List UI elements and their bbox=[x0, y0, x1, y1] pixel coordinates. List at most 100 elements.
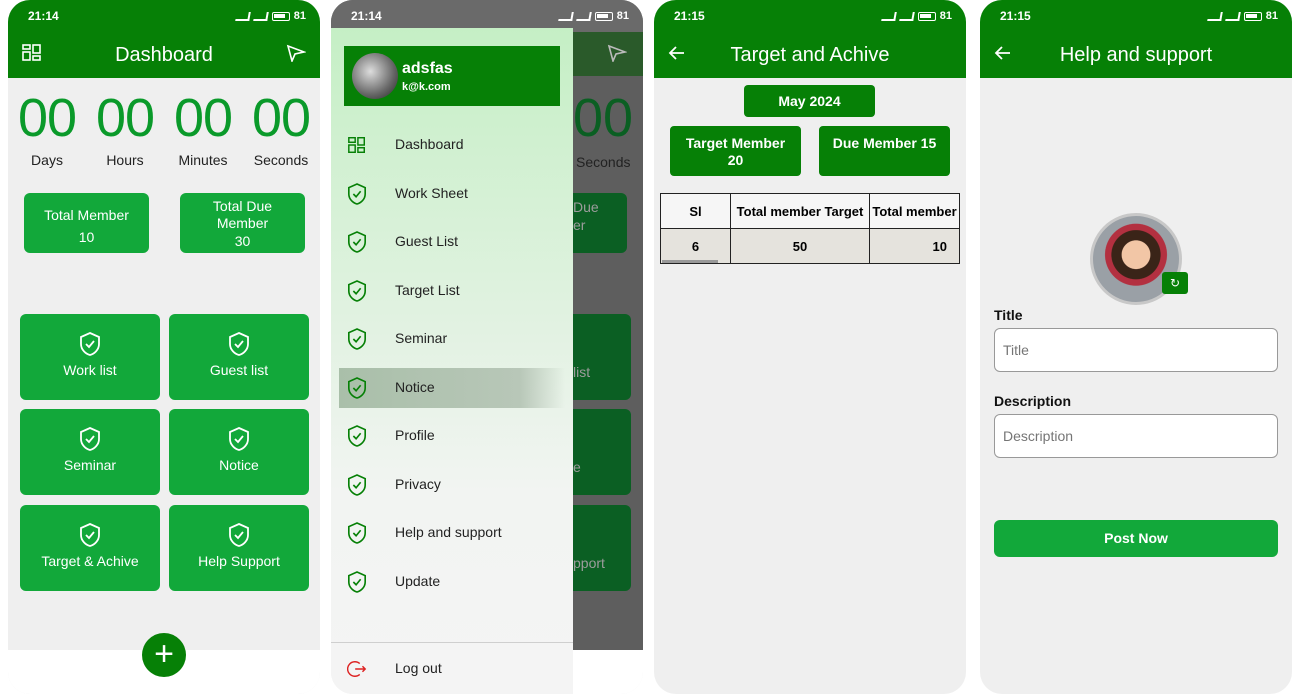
app-bar: Help and support bbox=[980, 32, 1292, 78]
table-cell: 10 bbox=[869, 228, 960, 264]
drawer-item-target-list[interactable]: Target List bbox=[339, 271, 565, 311]
target-screen: 21:15 81 Target and Achive May 2024 Targ… bbox=[654, 0, 966, 694]
user-name: adsfas bbox=[402, 60, 453, 77]
app-bar: Dashboard bbox=[8, 32, 320, 78]
shield-check-icon bbox=[348, 183, 366, 205]
app-bar: Target and Achive bbox=[654, 32, 966, 78]
shield-check-icon bbox=[348, 231, 366, 253]
table-header-cell: Sl bbox=[660, 193, 731, 229]
target-achive-tile[interactable]: Target & Achive bbox=[20, 505, 160, 591]
page-title: Target and Achive bbox=[730, 43, 890, 66]
page-title: Dashboard bbox=[115, 43, 213, 66]
shield-check-icon bbox=[80, 427, 100, 451]
navigation-drawer: adsfas k@k.com Dashboard Work Sheet Gues… bbox=[331, 28, 573, 694]
back-arrow-icon[interactable] bbox=[668, 44, 686, 67]
shield-check-icon bbox=[348, 571, 366, 593]
dashboard-screen: 21:14 81 Dashboard 00 Days 00 Hours 00 Minu… bbox=[8, 0, 320, 694]
counter-minutes: 00 Minutes bbox=[173, 88, 233, 168]
add-button[interactable]: + bbox=[142, 633, 186, 677]
drawer-item-privacy[interactable]: Privacy bbox=[339, 465, 565, 505]
counter-hours: 00 Hours bbox=[95, 88, 155, 168]
user-email: k@k.com bbox=[402, 81, 451, 93]
shield-check-icon bbox=[80, 523, 100, 547]
bg-tile-1: list bbox=[573, 314, 631, 400]
drawer-header: adsfas k@k.com bbox=[344, 46, 560, 106]
drawer-screen: 00 Seconds Due er list e pport 21:14 81 a… bbox=[331, 0, 643, 694]
table-header-row: Sl Total member Target Total member bbox=[660, 193, 960, 229]
camera-icon[interactable]: ↻ bbox=[1162, 272, 1188, 294]
signal-icon bbox=[1206, 11, 1223, 21]
shield-check-icon bbox=[348, 474, 366, 496]
drawer-item-dashboard[interactable]: Dashboard bbox=[339, 125, 565, 165]
logout-section: Log out bbox=[331, 642, 573, 694]
status-bar: 21:14 81 bbox=[8, 0, 320, 32]
back-arrow-icon[interactable] bbox=[994, 44, 1012, 67]
grid-menu-icon[interactable] bbox=[22, 44, 42, 67]
logout-button[interactable]: Log out bbox=[339, 649, 565, 689]
drawer-item-help-support[interactable]: Help and support bbox=[339, 513, 565, 553]
battery-level: 81 bbox=[293, 10, 306, 22]
table-cell: 6 bbox=[660, 228, 731, 264]
target-table: Sl Total member Target Total member 6 50… bbox=[660, 193, 960, 264]
counter-seconds: 00 Seconds bbox=[251, 88, 311, 168]
seminar-tile[interactable]: Seminar bbox=[20, 409, 160, 495]
target-member-badge: Target Member 20 bbox=[670, 126, 801, 176]
shield-check-icon bbox=[348, 280, 366, 302]
table-header-cell: Total member bbox=[869, 193, 960, 229]
grid-icon bbox=[348, 137, 365, 153]
month-selector[interactable]: May 2024 bbox=[744, 85, 875, 117]
bg-tile-3: pport bbox=[573, 505, 631, 591]
status-time: 21:15 bbox=[674, 9, 705, 23]
battery-icon bbox=[1243, 11, 1262, 21]
notice-tile[interactable]: Notice bbox=[169, 409, 309, 495]
total-member-card[interactable]: Total Member 10 bbox=[24, 193, 149, 253]
shield-check-icon bbox=[348, 328, 366, 350]
battery-level: 81 bbox=[1265, 10, 1278, 22]
total-due-member-card[interactable]: Total Due Member 30 bbox=[180, 193, 305, 253]
work-list-tile[interactable]: Work list bbox=[20, 314, 160, 400]
title-input[interactable] bbox=[994, 328, 1278, 372]
due-member-badge: Due Member 15 bbox=[819, 126, 950, 176]
status-bar: 21:15 81 bbox=[654, 0, 966, 32]
shield-check-icon bbox=[348, 522, 366, 544]
bg-counter: 00 bbox=[573, 88, 634, 148]
table-scrollbar[interactable] bbox=[662, 260, 718, 263]
counter-days: 00 Days bbox=[17, 88, 77, 168]
help-support-screen: 21:15 81 Help and support ↻ Title Descri… bbox=[980, 0, 1292, 694]
page-title: Help and support bbox=[1059, 43, 1213, 66]
logout-icon bbox=[347, 661, 367, 677]
send-icon bbox=[607, 44, 628, 67]
guest-list-tile[interactable]: Guest list bbox=[169, 314, 309, 400]
signal-icon bbox=[252, 11, 269, 21]
signal-icon bbox=[557, 11, 574, 21]
drawer-item-notice[interactable]: Notice bbox=[339, 368, 565, 408]
battery-level: 81 bbox=[939, 10, 952, 22]
drawer-item-seminar[interactable]: Seminar bbox=[339, 319, 565, 359]
description-input[interactable] bbox=[994, 414, 1278, 458]
drawer-item-guest-list[interactable]: Guest List bbox=[339, 222, 565, 262]
drawer-item-profile[interactable]: Profile bbox=[339, 416, 565, 456]
title-label: Title bbox=[994, 307, 1023, 323]
drawer-item-update[interactable]: Update bbox=[339, 562, 565, 602]
battery-icon bbox=[917, 11, 936, 21]
description-label: Description bbox=[994, 393, 1072, 409]
shield-check-icon bbox=[229, 523, 249, 547]
status-time: 21:14 bbox=[351, 9, 382, 23]
status-bar: 21:15 81 bbox=[980, 0, 1292, 32]
signal-icon bbox=[1224, 11, 1241, 21]
table-row: 6 50 10 bbox=[660, 228, 960, 264]
bg-tile-2: e bbox=[573, 409, 631, 495]
shield-check-icon bbox=[229, 427, 249, 451]
bg-seconds-label: Seconds bbox=[576, 154, 631, 170]
shield-check-icon bbox=[80, 332, 100, 356]
signal-icon bbox=[234, 11, 251, 21]
bg-due-card: Due er bbox=[573, 193, 627, 253]
post-now-button[interactable]: Post Now bbox=[994, 520, 1278, 557]
avatar[interactable] bbox=[352, 53, 398, 99]
help-support-tile[interactable]: Help Support bbox=[169, 505, 309, 591]
shield-check-icon bbox=[348, 377, 366, 399]
status-time: 21:14 bbox=[28, 9, 59, 23]
send-icon[interactable] bbox=[286, 44, 307, 67]
signal-icon bbox=[898, 11, 915, 21]
drawer-item-work-sheet[interactable]: Work Sheet bbox=[339, 174, 565, 214]
